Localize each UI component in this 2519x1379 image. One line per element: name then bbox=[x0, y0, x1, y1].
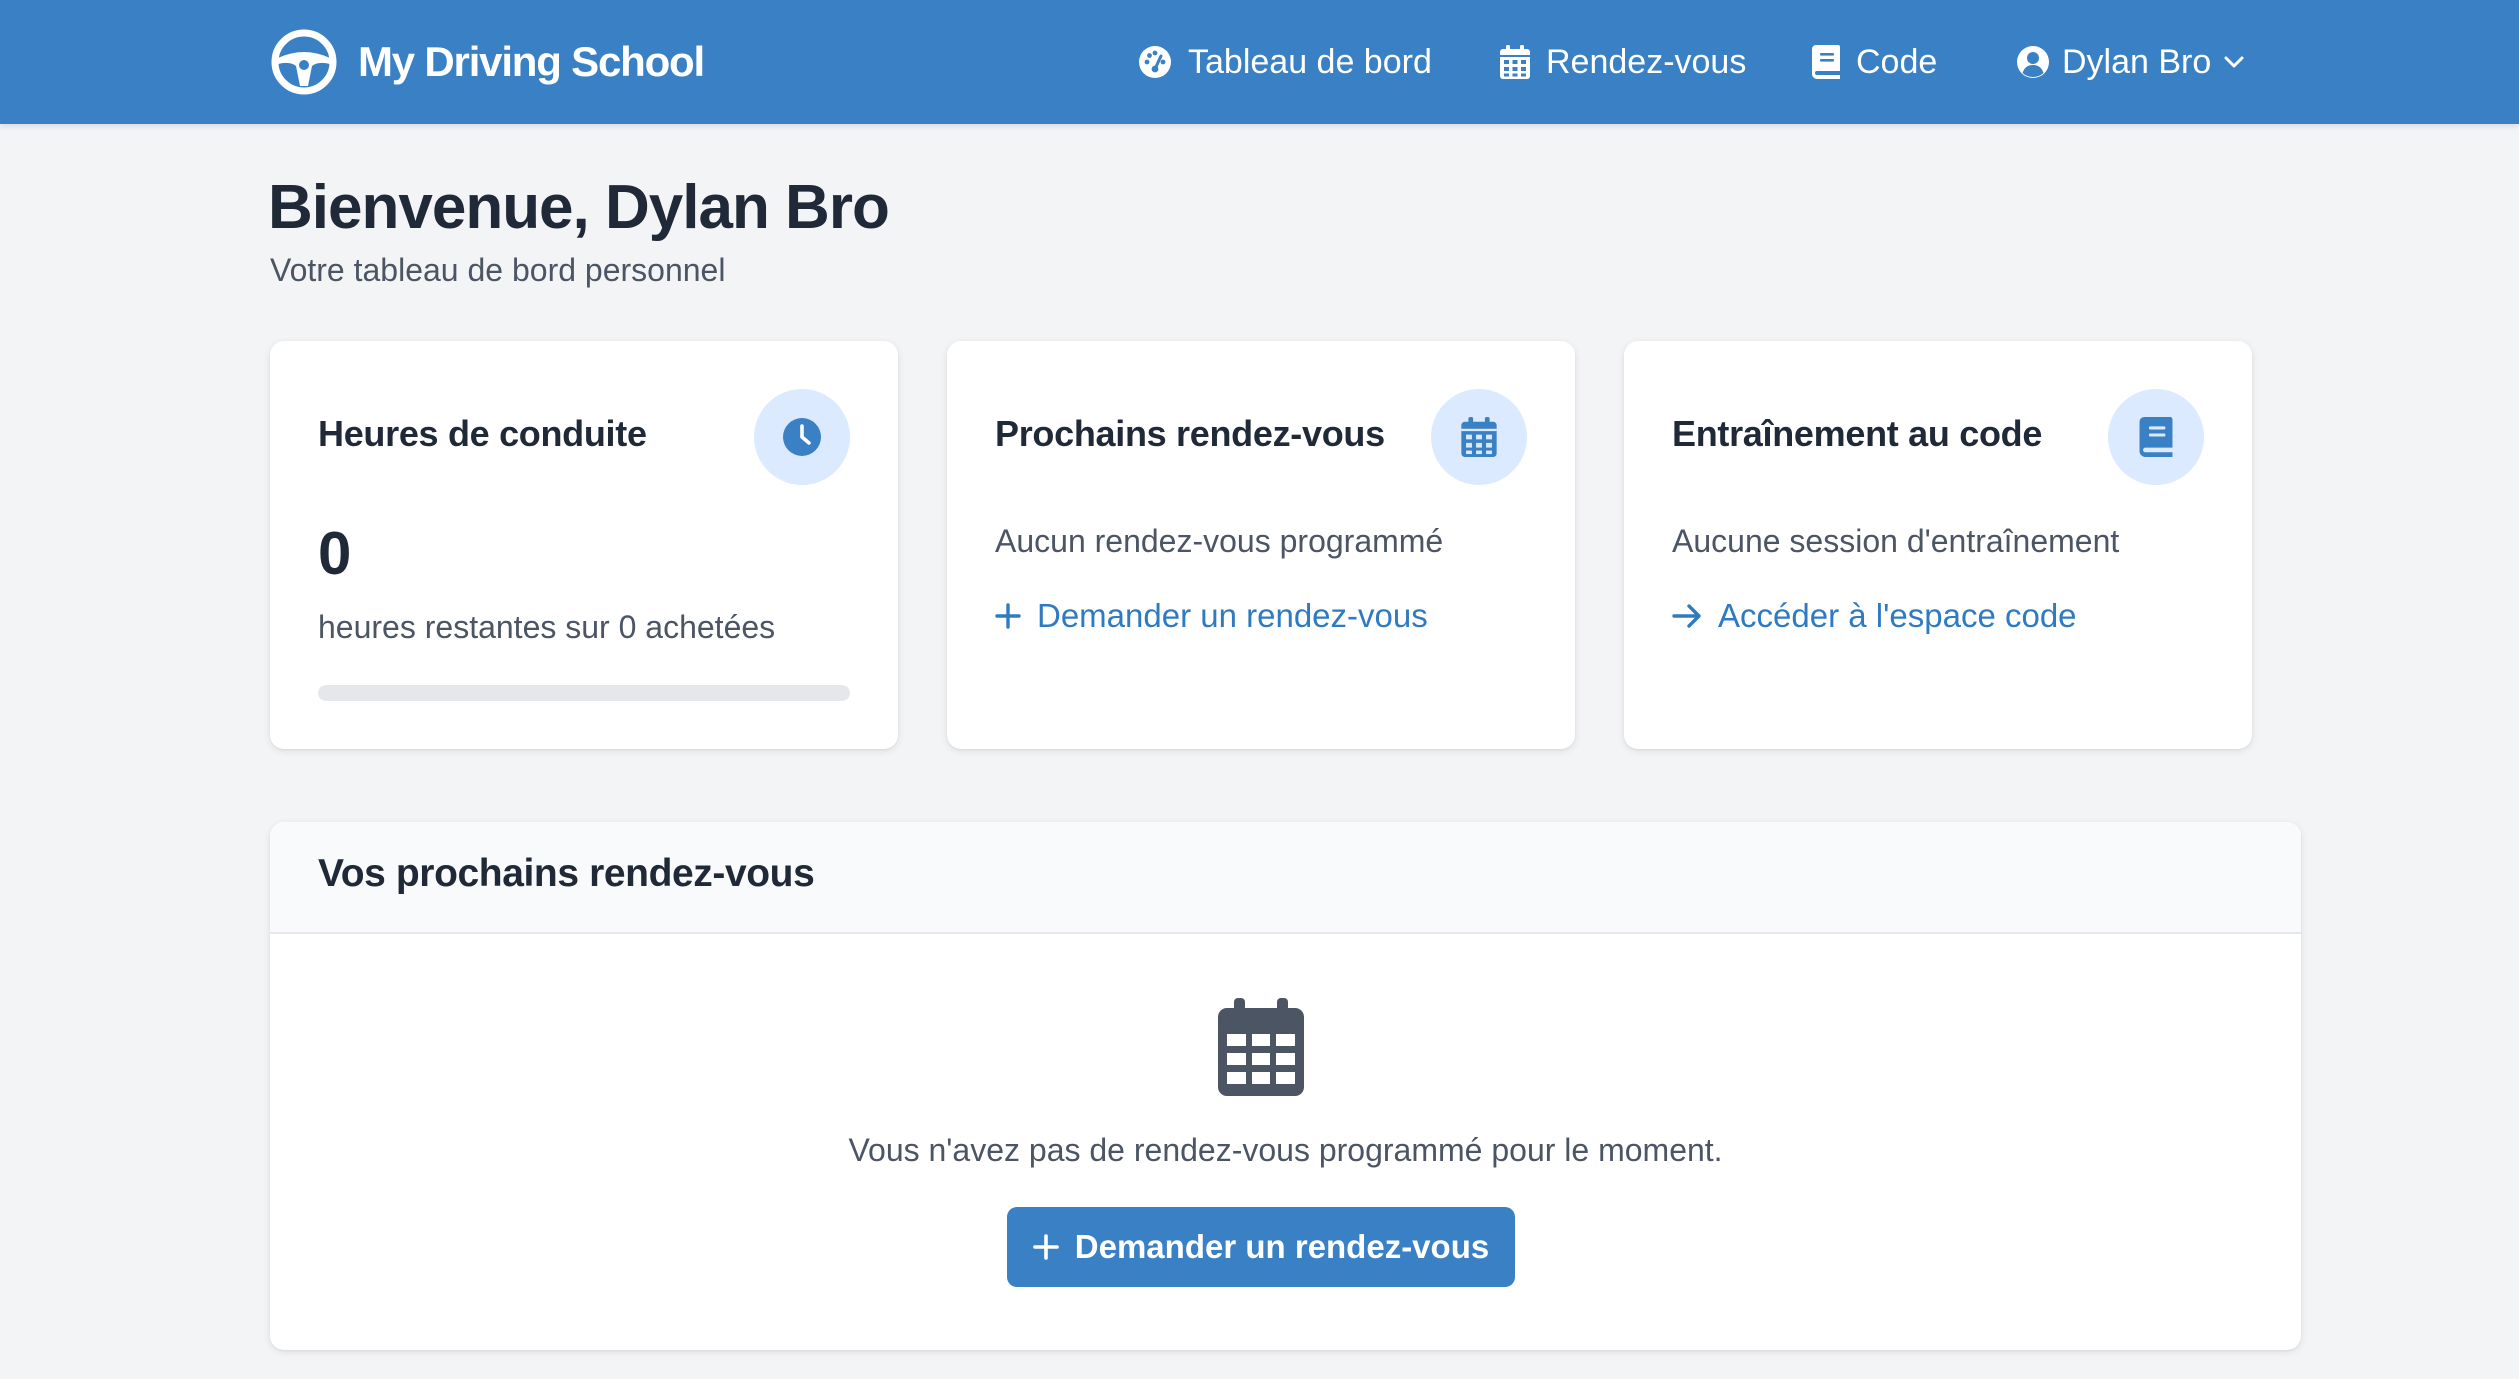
code-space-link-label: Accéder à l'espace code bbox=[1718, 597, 2077, 634]
card-icon-badge bbox=[2108, 389, 2204, 485]
nav-item-dashboard-label: Tableau de bord bbox=[1188, 42, 1432, 81]
no-appointments-text: Aucun rendez-vous programmé bbox=[995, 523, 1444, 559]
no-session-text: Aucune session d'entraînement bbox=[1672, 523, 2120, 559]
request-appointment-link[interactable]: Demander un rendez-vous bbox=[995, 597, 1428, 635]
remaining-hours-value: 0 bbox=[318, 520, 352, 587]
card-title: Entraînement au code bbox=[1672, 413, 2043, 454]
panel-title: Vos prochains rendez-vous bbox=[318, 852, 815, 895]
card-icon-badge bbox=[754, 389, 850, 485]
request-appointment-button-label: Demander un rendez-vous bbox=[1074, 1228, 1490, 1265]
plus-icon bbox=[995, 603, 1021, 629]
panel-header: Vos prochains rendez-vous bbox=[270, 822, 2301, 934]
upcoming-appointments-panel: Vos prochains rendez-vous Vous n'avez pa… bbox=[270, 822, 2301, 1350]
calendar-icon bbox=[1461, 417, 1497, 457]
steering-wheel-icon bbox=[271, 29, 337, 95]
nav-item-code[interactable]: Code bbox=[1812, 37, 1937, 87]
request-appointment-link-label: Demander un rendez-vous bbox=[1037, 597, 1428, 634]
nav-item-dashboard[interactable]: Tableau de bord bbox=[1138, 37, 1432, 87]
code-training-card: Entraînement au code Aucune session d'en… bbox=[1624, 341, 2252, 749]
brand-name: My Driving School bbox=[358, 38, 705, 85]
request-appointment-button[interactable]: Demander un rendez-vous bbox=[1007, 1207, 1515, 1287]
calendar-icon bbox=[1218, 998, 1304, 1096]
plus-icon bbox=[1032, 1234, 1059, 1260]
book-icon bbox=[2139, 417, 2173, 457]
page-subtitle: Votre tableau de bord personnel bbox=[270, 252, 726, 288]
gauge-icon bbox=[1139, 46, 1171, 78]
clock-icon bbox=[783, 418, 821, 456]
empty-state-text: Vous n'avez pas de rendez-vous programmé… bbox=[848, 1132, 1723, 1168]
upcoming-appointments-card: Prochains rendez-vous Aucun rendez-vous … bbox=[947, 341, 1575, 749]
arrow-right-icon bbox=[1672, 604, 1701, 628]
user-name: Dylan Bro bbox=[2062, 42, 2212, 81]
user-circle-icon bbox=[2017, 46, 2049, 78]
book-icon bbox=[1812, 45, 1840, 79]
hours-progress-bar bbox=[318, 685, 850, 701]
card-icon-badge bbox=[1431, 389, 1527, 485]
brand-logo-link[interactable]: My Driving School bbox=[270, 28, 705, 96]
user-menu-dropdown[interactable]: Dylan Bro bbox=[2016, 37, 2245, 87]
nav-item-appointments[interactable]: Rendez-vous bbox=[1500, 37, 1746, 87]
calendar-icon bbox=[1500, 45, 1530, 79]
nav-item-appointments-label: Rendez-vous bbox=[1546, 42, 1747, 81]
top-navbar: My Driving School Tableau de bord Rendez bbox=[0, 0, 2519, 124]
page-title: Bienvenue, Dylan Bro bbox=[268, 173, 890, 242]
card-title: Heures de conduite bbox=[318, 413, 647, 454]
card-title: Prochains rendez-vous bbox=[995, 413, 1385, 454]
chevron-down-icon bbox=[2224, 56, 2244, 68]
code-space-link[interactable]: Accéder à l'espace code bbox=[1672, 597, 2077, 635]
nav-item-code-label: Code bbox=[1856, 42, 1938, 81]
driving-hours-card: Heures de conduite 0 heures restantes su… bbox=[270, 341, 898, 749]
hours-caption: heures restantes sur 0 achetées bbox=[318, 609, 776, 645]
